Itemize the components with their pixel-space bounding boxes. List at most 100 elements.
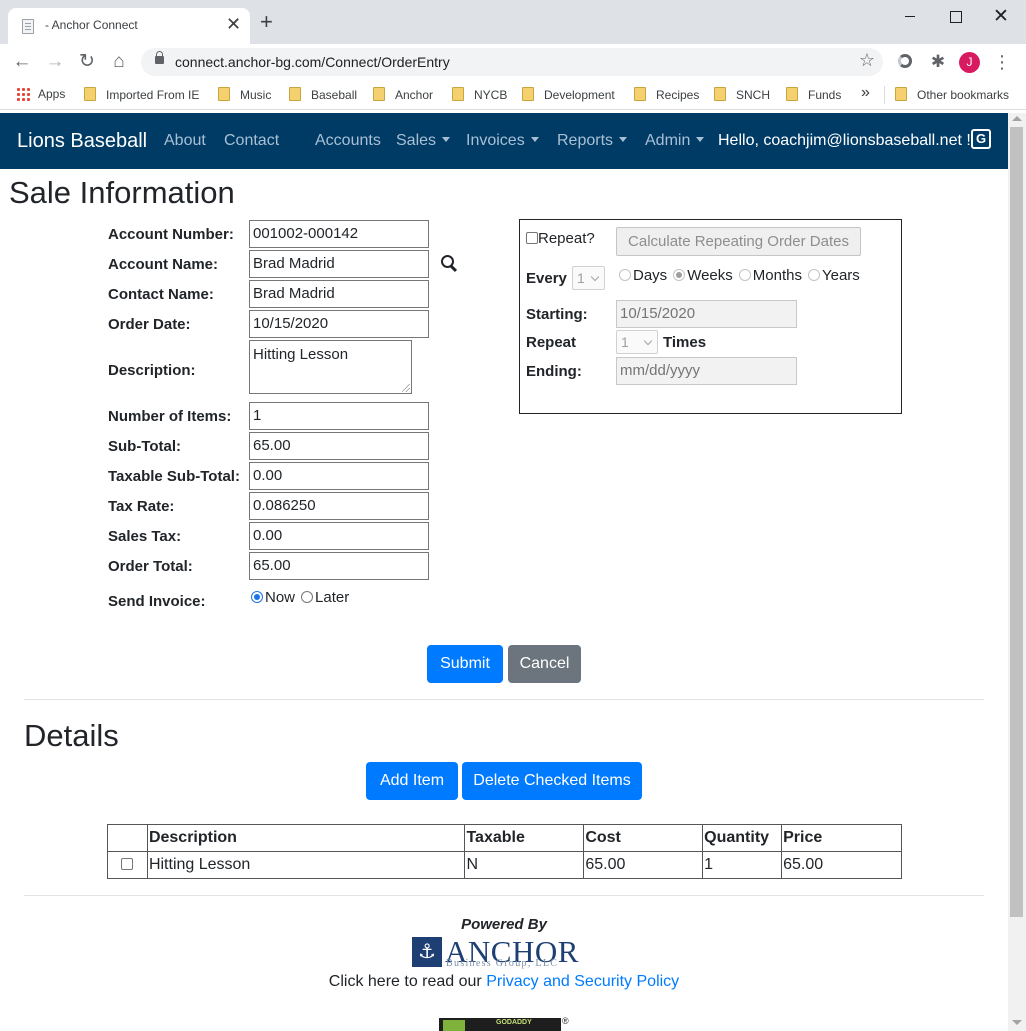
repeat-times-select[interactable]: 1 <box>616 330 658 354</box>
row-select-checkbox[interactable] <box>121 858 134 870</box>
row-quantity: 1 <box>702 851 783 879</box>
order-date-input[interactable]: 10/15/2020 <box>249 310 429 338</box>
nav-admin-dropdown[interactable]: Admin <box>645 132 705 150</box>
bookmark-other[interactable]: Other bookmarks <box>895 87 1009 102</box>
nav-contact[interactable]: Contact <box>224 132 279 150</box>
home-icon[interactable]: ⌂ <box>107 50 131 74</box>
order-total-input[interactable]: 65.00 <box>249 552 429 580</box>
description-label: Description: <box>108 362 196 379</box>
page-scrollbar[interactable] <box>1008 113 1026 1031</box>
folder-icon <box>634 87 646 101</box>
nav-accounts[interactable]: Accounts <box>315 132 381 150</box>
caret-down-icon <box>696 137 705 142</box>
user-greeting[interactable]: Hello, coachjim@lionsbaseball.net ! <box>718 132 971 150</box>
browser-tab[interactable]: - Anchor Connect ✕ <box>8 8 250 44</box>
contact-name-input[interactable]: Brad Madrid <box>249 280 429 308</box>
nav-invoices-dropdown[interactable]: Invoices <box>466 132 539 150</box>
sales-tax-input[interactable]: 0.00 <box>249 522 429 550</box>
bookmark-recipes[interactable]: Recipes <box>634 87 699 102</box>
cancel-button[interactable]: Cancel <box>508 645 581 683</box>
bookmarks-bar: Apps Imported From IE Music Baseball Anc… <box>0 80 1026 110</box>
browser-menu-icon[interactable]: ⋮ <box>993 52 1011 72</box>
new-tab-icon[interactable]: + <box>260 11 273 33</box>
send-now-label[interactable]: Now <box>265 589 295 606</box>
repeat-times-label: Repeat <box>526 334 577 351</box>
brand-link[interactable]: Lions Baseball <box>17 130 147 153</box>
scrollbar-thumb[interactable] <box>1010 127 1023 917</box>
send-invoice-label: Send Invoice: <box>108 593 206 610</box>
bookmark-nycb[interactable]: NYCB <box>452 87 507 102</box>
footer-divider <box>24 895 984 896</box>
order-total-label: Order Total: <box>108 558 193 575</box>
profile-avatar[interactable]: J <box>959 52 980 73</box>
resize-grip-icon[interactable] <box>402 384 410 392</box>
window-close-icon[interactable]: ✕ <box>986 6 1016 28</box>
search-icon[interactable] <box>441 255 458 273</box>
repeat-checkbox[interactable] <box>526 232 538 244</box>
send-later-label[interactable]: Later <box>315 589 349 606</box>
ending-date-input[interactable]: mm/dd/yyyy <box>616 357 797 385</box>
anchor-logo-subtitle: Business Group, LLC <box>446 958 559 969</box>
bookmark-anchor[interactable]: Anchor <box>373 87 433 102</box>
calculate-repeating-dates-button[interactable]: Calculate Repeating Order Dates <box>616 227 861 256</box>
add-item-button[interactable]: Add Item <box>366 762 458 800</box>
submit-button[interactable]: Submit <box>427 645 503 683</box>
send-later-radio[interactable] <box>301 591 314 603</box>
page-title: Sale Information <box>9 175 235 210</box>
bookmark-development[interactable]: Development <box>522 87 615 102</box>
account-number-label: Account Number: <box>108 226 234 243</box>
starting-date-input[interactable]: 10/15/2020 <box>616 300 797 328</box>
period-years-label[interactable]: Years <box>822 267 860 284</box>
every-select[interactable]: 1 <box>572 266 605 290</box>
privacy-policy-link[interactable]: Privacy and Security Policy <box>486 973 679 990</box>
anchor-logo[interactable]: ⚓ ANCHOR Business Group, LLC <box>412 934 595 969</box>
period-days-label[interactable]: Days <box>633 267 667 284</box>
repeat-checkbox-group[interactable]: Repeat? <box>526 230 595 247</box>
account-name-input[interactable]: Brad Madrid <box>249 250 429 278</box>
window-minimize-icon[interactable] <box>895 6 925 28</box>
nav-about[interactable]: About <box>164 132 206 150</box>
account-number-input[interactable]: 001002-000142 <box>249 220 429 248</box>
bookmark-imported-from-ie[interactable]: Imported From IE <box>84 87 199 102</box>
number-of-items-input[interactable]: 1 <box>249 402 429 430</box>
reload-icon[interactable]: ↻ <box>75 50 99 74</box>
puzzle-extensions-icon[interactable]: ✱ <box>927 52 949 72</box>
nav-reports-dropdown[interactable]: Reports <box>557 132 628 150</box>
folder-icon <box>522 87 534 101</box>
bookmark-snch[interactable]: SNCH <box>714 87 770 102</box>
description-textarea[interactable]: Hitting Lesson <box>249 340 412 394</box>
lock-icon[interactable] <box>155 51 164 64</box>
delete-checked-items-button[interactable]: Delete Checked Items <box>462 762 642 800</box>
period-weeks-radio[interactable] <box>673 269 686 281</box>
tax-rate-input[interactable]: 0.086250 <box>249 492 429 520</box>
scroll-up-arrow-icon[interactable] <box>1012 116 1022 121</box>
back-arrow-icon[interactable]: ← <box>10 50 34 74</box>
bookmark-baseball[interactable]: Baseball <box>289 87 357 102</box>
period-weeks-label[interactable]: Weeks <box>687 267 733 284</box>
close-tab-icon[interactable]: ✕ <box>226 14 241 34</box>
scroll-down-arrow-icon[interactable] <box>1012 1020 1022 1025</box>
taxable-sub-total-input[interactable]: 0.00 <box>249 462 429 490</box>
starting-label: Starting: <box>526 306 588 323</box>
number-of-items-label: Number of Items: <box>108 408 232 425</box>
nav-sales-dropdown[interactable]: Sales <box>396 132 451 150</box>
column-header-description: Description <box>146 824 466 852</box>
more-bookmarks-chevron-icon[interactable]: » <box>861 84 870 102</box>
url-text[interactable]: connect.anchor-bg.com/Connect/OrderEntry <box>175 54 450 70</box>
period-years-radio[interactable] <box>807 269 820 281</box>
sub-total-input[interactable]: 65.00 <box>249 432 429 460</box>
bookmark-music[interactable]: Music <box>218 87 271 102</box>
period-days-radio[interactable] <box>619 269 631 281</box>
window-maximize-icon[interactable] <box>940 6 970 28</box>
logout-icon[interactable]: G <box>971 129 991 149</box>
bookmark-apps[interactable]: Apps <box>16 87 65 101</box>
bookmark-funds[interactable]: Funds <box>786 87 841 102</box>
address-bar[interactable]: connect.anchor-bg.com/Connect/OrderEntry… <box>141 48 883 76</box>
tax-rate-label: Tax Rate: <box>108 498 175 515</box>
send-now-radio[interactable] <box>251 591 263 603</box>
forward-arrow-icon[interactable]: → <box>43 50 67 74</box>
bookmark-star-icon[interactable]: ☆ <box>859 50 875 71</box>
godaddy-seal[interactable]: GODADDY <box>439 1018 561 1031</box>
period-months-label[interactable]: Months <box>753 267 802 284</box>
period-months-radio[interactable] <box>738 269 751 281</box>
